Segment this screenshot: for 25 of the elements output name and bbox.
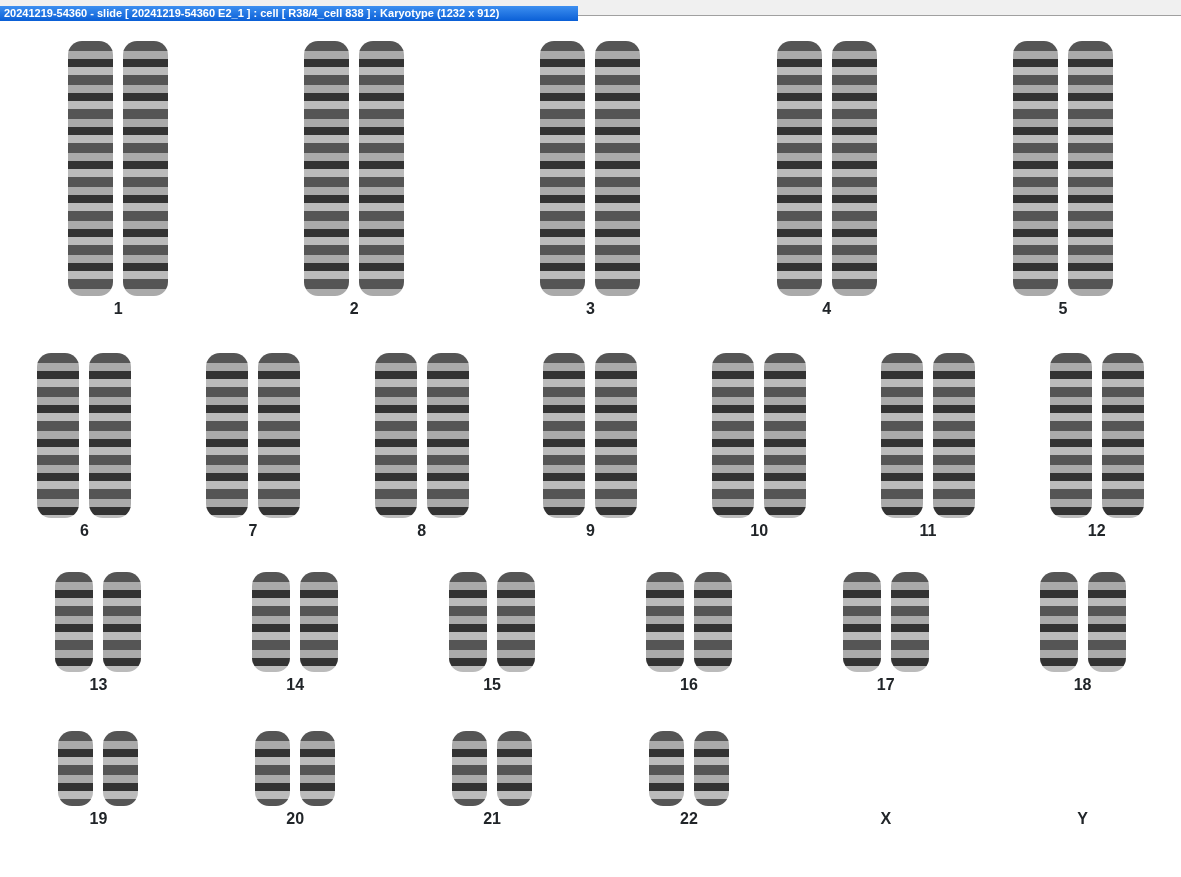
window-title: 20241219-54360 - slide [ 20241219-54360 E2_1 ] : cell [ R38/4_cell 838 ] : Karyotype (1232 x 912) xyxy=(0,6,578,21)
chromosome-label: 20 xyxy=(286,810,305,828)
chromosome-label: 21 xyxy=(483,810,501,828)
chromosome-label: 7 xyxy=(248,522,258,540)
chromosome-label: Y xyxy=(1077,810,1088,828)
chromosome-label: 1 xyxy=(113,300,123,318)
chromosome-label: X xyxy=(880,810,892,828)
chromosome-label: 4 xyxy=(822,300,832,318)
chromosome-label: 22 xyxy=(680,810,698,828)
chromosome-label: 12 xyxy=(1087,522,1106,540)
chromosome-label: 5 xyxy=(1058,300,1068,318)
chromosome-label: 2 xyxy=(349,300,359,318)
chromosome-label: 9 xyxy=(586,522,595,540)
chromosome-label: 10 xyxy=(750,522,769,540)
chromosome-label: 8 xyxy=(417,522,427,540)
chromosome-label: 18 xyxy=(1073,676,1092,694)
chromosome-label: 3 xyxy=(586,300,595,318)
chromosome-label: 14 xyxy=(286,676,305,694)
chromosome-label: 19 xyxy=(89,810,108,828)
chromosome-label: 13 xyxy=(89,676,108,694)
chromosome-label: 17 xyxy=(876,676,895,694)
chromosome-label: 11 xyxy=(919,522,937,540)
chromosome-label: 16 xyxy=(680,676,698,694)
chromosome-label: 6 xyxy=(79,522,89,540)
chromosome-label: 15 xyxy=(483,676,501,694)
